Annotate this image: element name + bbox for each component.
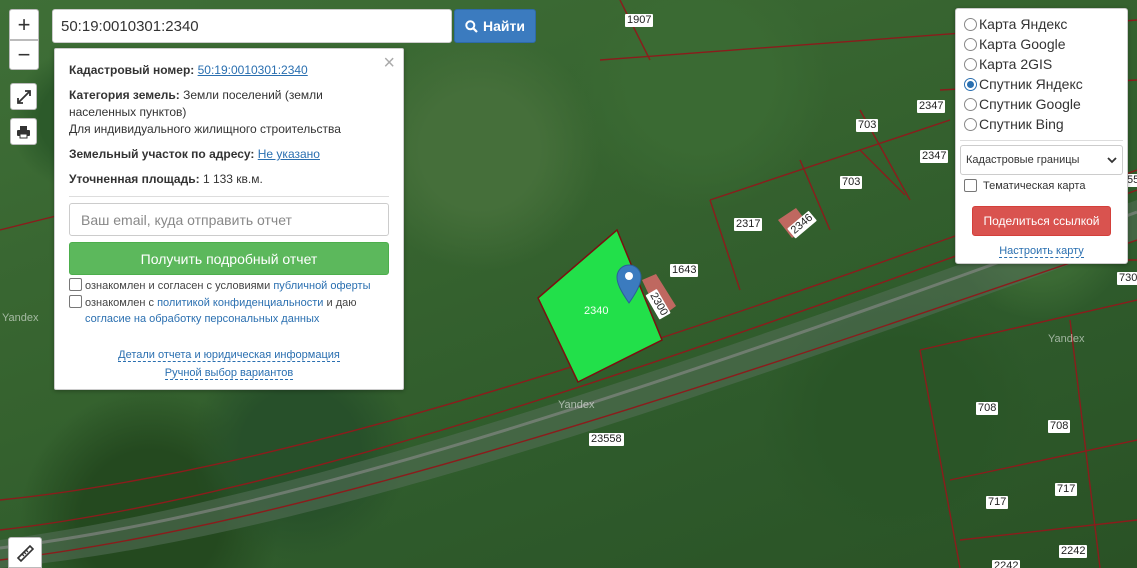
parcel-label: 717 (986, 496, 1009, 509)
land-category-row: Категория земель: Земли поселений (земли… (69, 87, 389, 138)
radio-icon[interactable] (964, 117, 977, 131)
privacy-text: ознакомлен с (85, 297, 158, 309)
land-category-label: Категория земель: (69, 88, 180, 102)
radio-icon[interactable] (964, 57, 977, 71)
layer-option-google-map[interactable]: Карта Google (964, 34, 1066, 54)
parcel-label: 2340 (584, 305, 609, 317)
email-field[interactable] (69, 203, 389, 236)
layer-option-yandex-satellite[interactable]: Спутник Яндекс (964, 74, 1083, 94)
details-link[interactable]: Детали отчета и юридическая информация (118, 349, 340, 362)
address-link[interactable]: Не указано (258, 147, 320, 161)
layer-option-2gis-map[interactable]: Карта 2GIS (964, 54, 1052, 74)
fullscreen-button[interactable] (10, 83, 37, 110)
parcel-label: 1907 (625, 14, 654, 27)
manual-selection-link[interactable]: Ручной выбор вариантов (164, 367, 294, 380)
layer-option-label: Карта Google (979, 36, 1066, 52)
offer-agreement-row: ознакомлен и согласен с условиями публич… (69, 278, 393, 294)
offer-link[interactable]: публичной оферты (273, 280, 370, 292)
ruler-button[interactable] (8, 537, 42, 568)
thematic-label: Тематическая карта (983, 179, 1086, 192)
radio-icon[interactable] (964, 37, 977, 51)
privacy-agreement-row: ознакомлен с политикой конфиденциальност… (69, 295, 393, 327)
layer-option-label: Карта Яндекс (979, 16, 1068, 32)
layer-option-label: Спутник Bing (979, 116, 1064, 132)
consent-link[interactable]: согласие на обработку персональных данны… (85, 313, 319, 325)
parcel-label: 717 (1055, 483, 1078, 496)
search-button[interactable]: Найти (454, 9, 536, 43)
divider (69, 196, 389, 197)
configure-map-row: Настроить карту (956, 245, 1127, 258)
print-button[interactable] (10, 118, 37, 145)
land-category-value-2: населенных пунктов) (69, 105, 187, 119)
parcel-label: 708 (1048, 420, 1071, 433)
divider (960, 140, 1123, 141)
radio-icon[interactable] (964, 97, 977, 111)
search-input[interactable] (52, 9, 452, 43)
address-row: Земельный участок по адресу: Не указано (69, 146, 389, 163)
parcel-label: 2242 (992, 560, 1021, 568)
parcel-label: 1643 (670, 264, 699, 277)
thematic-checkbox[interactable] (964, 179, 977, 192)
privacy-text-2: и даю (323, 297, 357, 309)
radio-checked-icon[interactable] (964, 77, 977, 91)
parcel-info-popup: × Кадастровый номер: 50:19:0010301:2340 … (54, 48, 404, 390)
overlay-select-value: Кадастровые границы (966, 154, 1080, 166)
parcel-label: 2242 (1059, 545, 1088, 558)
map-watermark: Yandex (2, 312, 39, 324)
parcel-label: 2347 (917, 100, 946, 113)
layer-panel: Карта Яндекс Карта Google Карта 2GIS Спу… (955, 8, 1128, 264)
parcel-label: 730 (1117, 272, 1137, 285)
cadastral-number-link[interactable]: 50:19:0010301:2340 (198, 63, 308, 77)
layer-option-yandex-map[interactable]: Карта Яндекс (964, 14, 1067, 34)
thematic-map-toggle[interactable]: Тематическая карта (964, 179, 1085, 192)
area-row: Уточненная площадь: 1 133 кв.м. (69, 171, 389, 188)
ruler-icon (16, 544, 34, 562)
privacy-checkbox[interactable] (69, 295, 82, 308)
parcel-label: 2317 (734, 218, 763, 231)
layer-option-bing-satellite[interactable]: Спутник Bing (964, 114, 1064, 134)
share-link-button[interactable]: Поделиться ссылкой (972, 206, 1111, 236)
area-value: 1 133 кв.м. (202, 172, 263, 186)
land-category-value: Земли поселений (земли (183, 88, 323, 102)
configure-map-link[interactable]: Настроить карту (999, 245, 1084, 258)
manual-link-row: Ручной выбор вариантов (55, 367, 403, 380)
layer-option-label: Спутник Google (979, 96, 1081, 112)
zoom-out-button[interactable]: − (9, 40, 39, 70)
area-label: Уточненная площадь: (69, 172, 200, 186)
layer-option-label: Спутник Яндекс (979, 76, 1083, 92)
parcel-label: 703 (856, 119, 879, 132)
offer-text: ознакомлен и согласен с условиями (85, 280, 274, 292)
get-report-button[interactable]: Получить подробный отчет (69, 242, 389, 275)
minus-icon: − (17, 42, 31, 67)
radio-icon[interactable] (964, 17, 977, 31)
cadastral-number-row: Кадастровый номер: 50:19:0010301:2340 (69, 62, 389, 79)
layer-option-label: Карта 2GIS (979, 56, 1053, 72)
parcel-label: 708 (976, 402, 999, 415)
parcel-label: 703 (840, 176, 863, 189)
map-watermark: Yandex (558, 399, 595, 411)
zoom-in-button[interactable]: + (9, 9, 39, 40)
plus-icon: + (17, 11, 31, 37)
parcel-label: 2347 (920, 150, 949, 163)
details-link-row: Детали отчета и юридическая информация (55, 349, 403, 362)
parcel-label: 23558 (589, 433, 624, 446)
overlay-select[interactable]: Кадастровые границы (960, 145, 1123, 175)
offer-checkbox[interactable] (69, 278, 82, 291)
land-use-value: Для индивидуального жилищного строительс… (69, 122, 341, 136)
layer-option-google-satellite[interactable]: Спутник Google (964, 94, 1081, 114)
privacy-link[interactable]: политикой конфиденциальности (157, 297, 323, 309)
cadastral-number-label: Кадастровый номер: (69, 63, 195, 77)
expand-icon (16, 89, 31, 104)
search-icon (465, 19, 478, 33)
map-watermark: Yandex (1048, 333, 1085, 345)
chevron-down-icon (1107, 156, 1117, 163)
address-label: Земельный участок по адресу: (69, 147, 255, 161)
printer-icon (17, 125, 30, 138)
search-button-label: Найти (483, 18, 525, 34)
